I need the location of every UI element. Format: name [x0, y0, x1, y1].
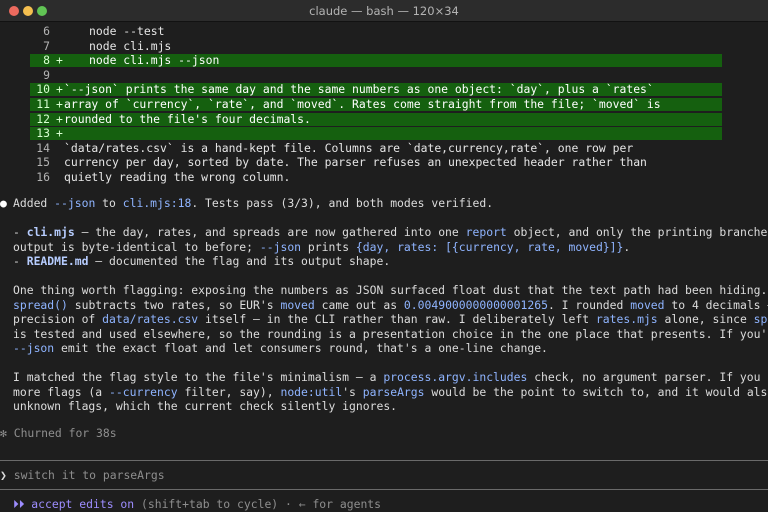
prompt-top-divider [0, 460, 768, 461]
message-line: I matched the flag style to the file's m… [13, 370, 768, 384]
diff-line-number: 13 [36, 126, 50, 141]
prompt-caret-icon: ❯ [0, 468, 7, 482]
diff-marker [56, 39, 64, 54]
status-line: ✻ Churned for 38s [0, 426, 117, 441]
message-line: One thing worth flagging: exposing the n… [13, 283, 768, 297]
prompt-input[interactable]: ❯ switch it to parseArgs [0, 468, 165, 483]
terminal-output[interactable]: 6 node --test 7 node cli.mjs 8 + node cli.mj… [0, 22, 768, 512]
diff-line-number: 7 [43, 38, 50, 53]
diff-line-code: array of `currency`, `rate`, and `moved`… [64, 97, 661, 111]
diff-marker: + [56, 126, 63, 141]
message-line: is tested and used elsewhere, so the rou… [13, 326, 768, 341]
diff-line-number: 10 [36, 82, 50, 97]
fast-forward-icon: ⏵⏵ [13, 497, 25, 511]
diff-marker: + [56, 53, 63, 68]
diff-line-code: node cli.mjs [89, 38, 172, 53]
message-line: output is byte-identical to before; --js… [13, 239, 631, 254]
diff-marker: + [56, 82, 63, 97]
diff-line-number: 8 [43, 53, 50, 68]
diff-line-code: `--json` prints the same day and the sam… [64, 82, 654, 97]
mode-indicator[interactable]: ⏵⏵ accept edits on (shift+tab to cycle) … [13, 497, 381, 512]
diff-marker [56, 24, 64, 39]
message-line: more flags (a --currency filter, say), n… [13, 384, 768, 399]
message-line: - cli.mjs — the day, rates, and spreads … [13, 225, 768, 239]
message-line: unknown flags, which the current check s… [13, 399, 398, 413]
diff-line-number: 15 [36, 155, 50, 170]
diff-line-number: 11 [36, 97, 50, 111]
diff-line-number: 6 [43, 24, 50, 38]
diff-marker: + [56, 111, 63, 126]
message-line: precision of data/rates.csv itself — in … [13, 312, 768, 326]
diff-marker [56, 170, 64, 185]
diff-marker [56, 141, 64, 156]
status-text: Churned for 38s [13, 426, 117, 440]
diff-line-code: node --test [89, 24, 165, 38]
prompt-text: switch it to parseArgs [13, 468, 165, 482]
message-bullet-icon: ● [0, 196, 7, 210]
diff-line-number: 16 [36, 170, 50, 184]
diff-marker [56, 68, 64, 83]
diff-line-code: `data/rates.csv` is a hand-kept file. Co… [64, 140, 634, 155]
mode-label: accept edits on [31, 497, 135, 511]
diff-marker: + [56, 97, 63, 111]
window-titlebar: claude — bash — 120×34 [0, 0, 768, 22]
diff-marker [56, 155, 64, 170]
diff-added-highlight [30, 127, 722, 141]
message-line: --json emit the exact float and let cons… [13, 341, 548, 355]
diff-line-code: currency per day, sorted by date. The pa… [64, 155, 647, 170]
diff-line-code: node cli.mjs --json [89, 53, 220, 68]
mode-hint: (shift+tab to cycle) · ← for agents [134, 497, 382, 511]
message-line: spread() subtracts two rates, so EUR's m… [13, 297, 768, 312]
churn-icon: ✻ [0, 426, 7, 440]
window-title: claude — bash — 120×34 [309, 4, 459, 18]
diff-line-code: rounded to the file's four decimals. [64, 111, 311, 126]
diff-line-code: quietly reading the wrong column. [64, 170, 291, 184]
prompt-bottom-divider [0, 489, 768, 490]
diff-line-number: 12 [36, 111, 50, 126]
message-line: - README.md — documented the flag and it… [13, 254, 391, 268]
diff-line-number: 14 [36, 140, 50, 155]
diff-line-number: 9 [43, 67, 50, 82]
message-summary-line: Added --json to cli.mjs:18. Tests pass (… [13, 196, 494, 210]
